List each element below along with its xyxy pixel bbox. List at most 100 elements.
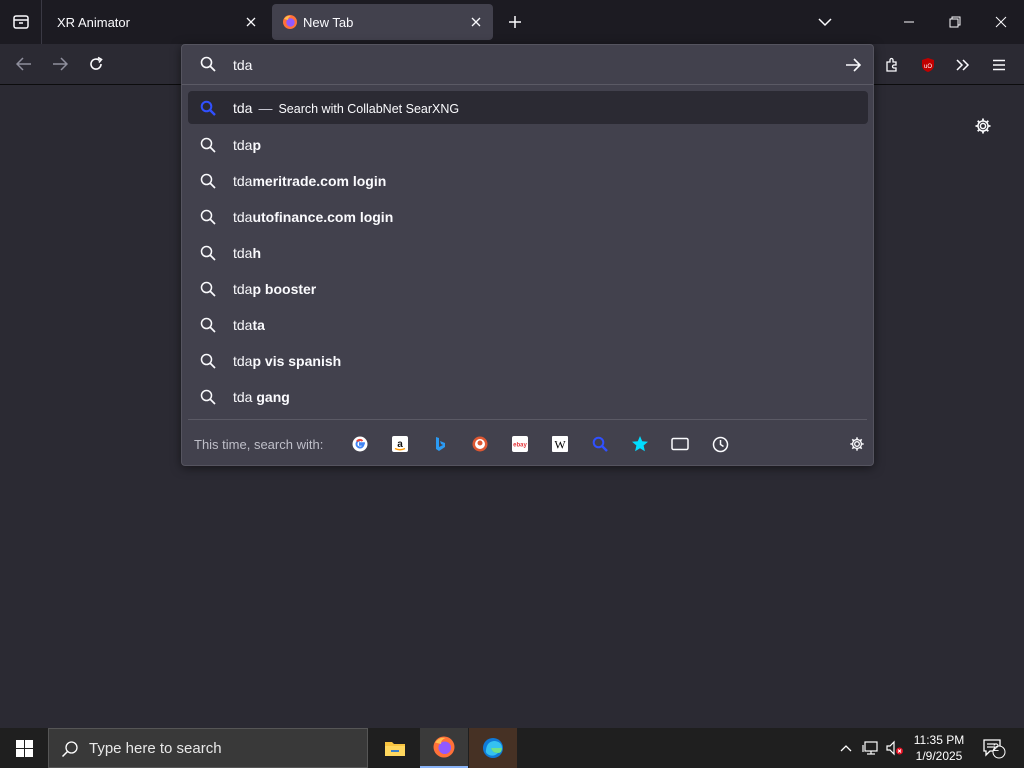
search-icon [200, 137, 216, 153]
app-menu-button[interactable] [986, 52, 1012, 78]
notifications-button[interactable]: 2 [978, 728, 1010, 768]
suggestion-row[interactable]: tdautofinance.com login [188, 199, 868, 235]
arrow-right-icon [846, 58, 861, 72]
engine-google-button[interactable] [348, 432, 372, 456]
suggestion-row[interactable]: tdap vis spanish [188, 343, 868, 379]
search-icon [61, 741, 78, 758]
search-bookmarks-button[interactable] [628, 432, 652, 456]
show-hidden-icons-button[interactable] [836, 728, 856, 768]
suggestion-text: tdap [233, 137, 261, 153]
suggestion-row[interactable]: tdameritrade.com login [188, 163, 868, 199]
reload-button[interactable] [81, 50, 111, 78]
plus-icon [509, 16, 521, 28]
suggestion-text: tdautofinance.com login [233, 209, 393, 225]
suggestion-text: tdap booster [233, 281, 316, 297]
svg-text:a: a [397, 439, 403, 450]
firefox-icon [283, 15, 297, 29]
edge-taskbar-button[interactable] [469, 728, 517, 768]
suggestion-row[interactable]: tdah [188, 235, 868, 271]
tab-xr-animator[interactable]: XR Animator [44, 4, 268, 40]
forward-button[interactable] [45, 50, 75, 78]
network-icon [862, 741, 878, 755]
typed-text: tda [233, 389, 257, 405]
wikipedia-icon: W [552, 436, 568, 452]
tab-new-tab[interactable]: New Tab [272, 4, 493, 40]
svg-text:ebay: ebay [513, 443, 527, 449]
suggestion-row[interactable]: tdap [188, 127, 868, 163]
puzzle-icon [886, 57, 897, 72]
restore-button[interactable] [932, 0, 978, 44]
typed-text: tda [233, 281, 253, 297]
engine-amazon-button[interactable]: a [388, 432, 412, 456]
engine-ebay-button[interactable]: ebay [508, 432, 532, 456]
separator: — [258, 99, 273, 116]
engine-searxng-button[interactable] [588, 432, 612, 456]
firefox-taskbar-button[interactable] [420, 728, 468, 768]
suggestion-row[interactable]: tdap booster [188, 271, 868, 307]
typed-text: tda [233, 137, 253, 153]
urlbar-results: tda — Search with CollabNet SearXNG tdap t… [188, 91, 868, 415]
tabs-icon [671, 437, 689, 451]
back-button[interactable] [9, 50, 39, 78]
gear-icon [975, 118, 991, 134]
ublock-origin-button[interactable]: uO [915, 52, 941, 78]
searxng-icon [592, 436, 608, 452]
minimize-icon [904, 21, 914, 23]
extensions-button[interactable] [879, 52, 905, 78]
network-button[interactable] [860, 728, 882, 768]
typed-text: tda [233, 173, 253, 189]
ebay-icon: ebay [512, 436, 528, 452]
taskbar-clock[interactable]: 11:35 PM 1/9/2025 [906, 732, 972, 764]
more-tools-button[interactable] [950, 52, 976, 78]
suggestion-text: tdah [233, 245, 261, 261]
newtab-settings-button[interactable] [970, 113, 996, 139]
clock-time: 11:35 PM [913, 733, 965, 747]
engine-bing-button[interactable] [428, 432, 452, 456]
completion-text: ta [252, 317, 265, 333]
chevron-down-icon [818, 18, 832, 27]
urlbar-input[interactable] [233, 55, 813, 75]
search-icon [200, 353, 216, 369]
suggestion-row[interactable]: tdata [188, 307, 868, 343]
list-all-tabs-button[interactable] [812, 9, 838, 35]
search-settings-button[interactable] [845, 432, 869, 456]
completion-text: p vis spanish [252, 353, 342, 369]
arrow-left-icon [16, 57, 31, 71]
volume-button[interactable] [884, 728, 906, 768]
start-button[interactable] [0, 728, 48, 768]
engine-duckduckgo-button[interactable] [468, 432, 492, 456]
search-history-button[interactable] [708, 432, 732, 456]
svg-text:W: W [554, 438, 566, 452]
bookmarks-icon [632, 436, 648, 452]
typed-text: tda [233, 209, 253, 225]
typed-text: tda [233, 99, 253, 116]
search-placeholder: Type here to search [89, 740, 222, 757]
restore-icon [949, 16, 961, 28]
tab-title: XR Animator [57, 15, 130, 30]
firefox-view-button[interactable] [0, 0, 42, 44]
engine-wikipedia-button[interactable]: W [548, 432, 572, 456]
duckduckgo-icon [472, 436, 488, 452]
new-tab-button[interactable] [502, 9, 528, 35]
close-tab-button[interactable] [467, 13, 485, 31]
tab-strip: XR Animator New Tab [0, 0, 1024, 44]
close-window-button[interactable] [978, 0, 1024, 44]
close-tab-button[interactable] [242, 13, 260, 31]
urlbar-input-row [182, 45, 873, 85]
go-button[interactable] [842, 55, 864, 75]
search-icon [200, 56, 216, 72]
completion-text: p booster [252, 281, 317, 297]
gear-icon [850, 437, 864, 451]
file-explorer-taskbar-button[interactable] [371, 728, 419, 768]
suggestion-row[interactable]: tda gang [188, 379, 868, 415]
arrow-right-icon [53, 57, 68, 71]
search-icon [200, 281, 216, 297]
completion-text: gang [256, 389, 290, 405]
close-icon [995, 16, 1007, 28]
minimize-button[interactable] [886, 0, 932, 44]
heuristic-result[interactable]: tda — Search with CollabNet SearXNG [188, 91, 868, 124]
result-text: tda — Search with CollabNet SearXNG [233, 100, 459, 116]
search-tabs-button[interactable] [668, 432, 692, 456]
taskbar-search-box[interactable]: Type here to search [48, 728, 368, 768]
history-icon [712, 436, 728, 452]
